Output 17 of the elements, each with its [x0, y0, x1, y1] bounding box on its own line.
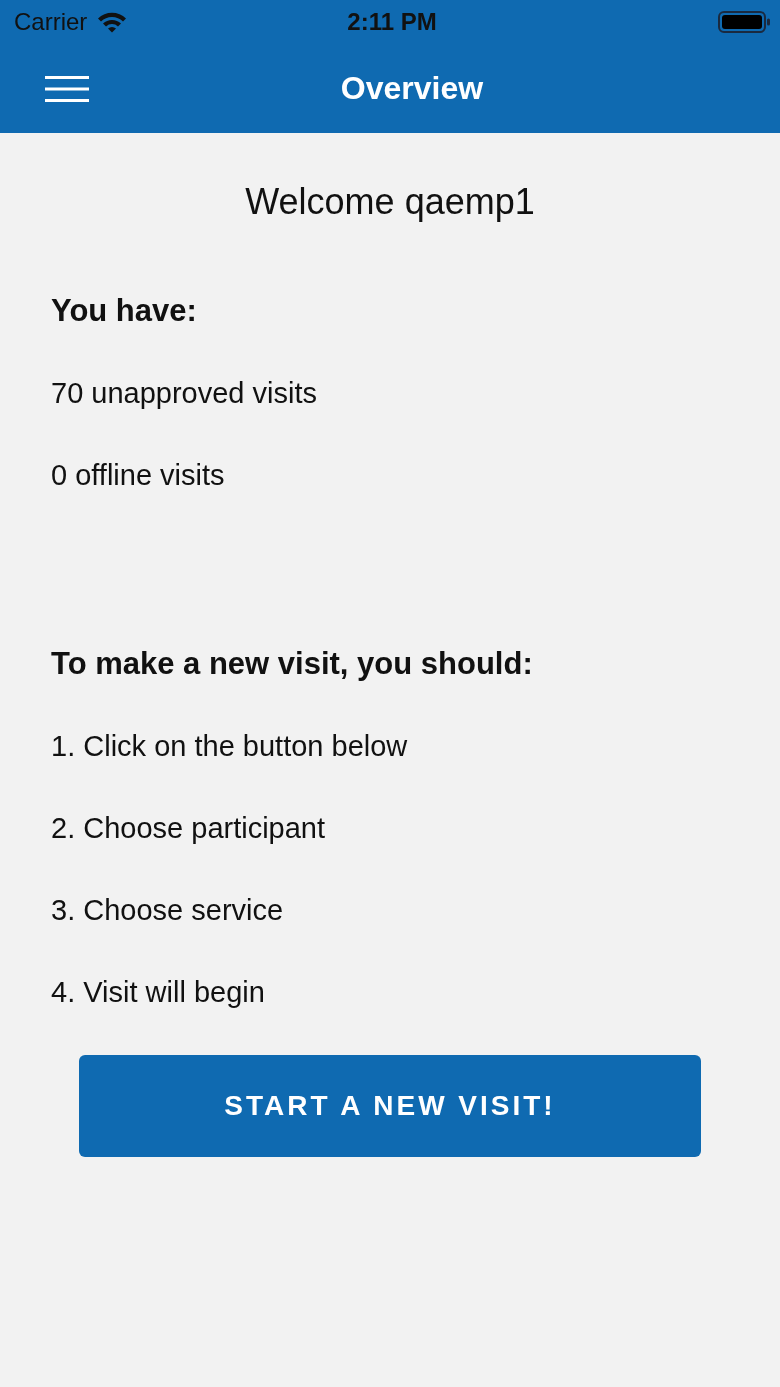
wifi-icon [97, 11, 128, 33]
summary-line: 0 offline visits [51, 458, 226, 493]
page-title: Overview [340, 70, 484, 107]
carrier-label: Carrier [14, 8, 88, 36]
summary-heading: You have: [51, 292, 198, 330]
menu-icon [44, 74, 90, 103]
summary-line: 70 unapproved visits [51, 376, 318, 411]
menu-button[interactable] [44, 74, 90, 103]
start-visit-button[interactable]: START A NEW VISIT! [79, 1055, 701, 1157]
instruction-step: 2. Choose participant [51, 808, 780, 848]
instructions-heading: To make a new visit, you should: [51, 645, 534, 683]
status-time: 2:11 PM [347, 8, 437, 36]
instruction-step: 3. Choose service [51, 890, 780, 930]
battery-icon [718, 11, 770, 33]
instruction-step: 1. Click on the button below [51, 726, 780, 766]
welcome-message: Welcome qaemp1 [245, 180, 535, 224]
instruction-step: 4. Visit will begin [51, 972, 780, 1012]
